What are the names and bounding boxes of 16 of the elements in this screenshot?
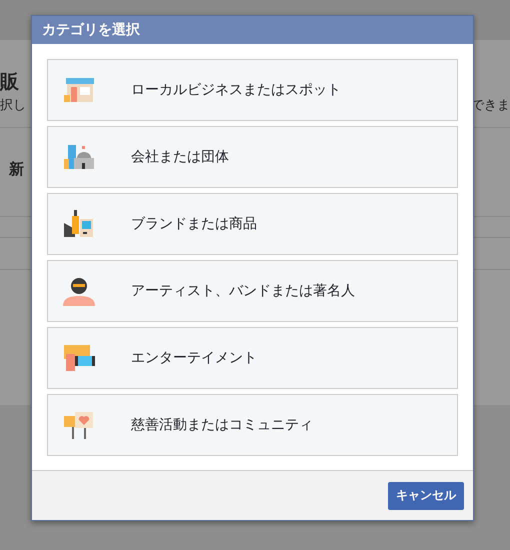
signs-icon — [63, 410, 95, 440]
dialog-title: カテゴリを選択 — [32, 16, 473, 44]
screens-icon — [62, 344, 96, 372]
category-option[interactable]: ローカルビジネスまたはスポット — [47, 59, 458, 121]
cancel-button[interactable]: キャンセル — [388, 482, 464, 510]
category-option[interactable]: 慈善活動またはコミュニティ — [47, 394, 458, 456]
description-text: 択し — [0, 97, 26, 114]
buildings-icon — [63, 144, 95, 170]
section-heading: 新 — [9, 160, 24, 178]
person-icon — [62, 276, 96, 306]
category-option[interactable]: ブランドまたは商品 — [47, 193, 458, 255]
category-option[interactable]: アーティスト、バンドまたは著名人 — [47, 260, 458, 322]
category-option[interactable]: エンターテイメント — [47, 327, 458, 389]
category-option[interactable]: 会社または団体 — [47, 126, 458, 188]
bottle-and-game-icon — [63, 209, 95, 239]
store-icon — [63, 77, 95, 103]
